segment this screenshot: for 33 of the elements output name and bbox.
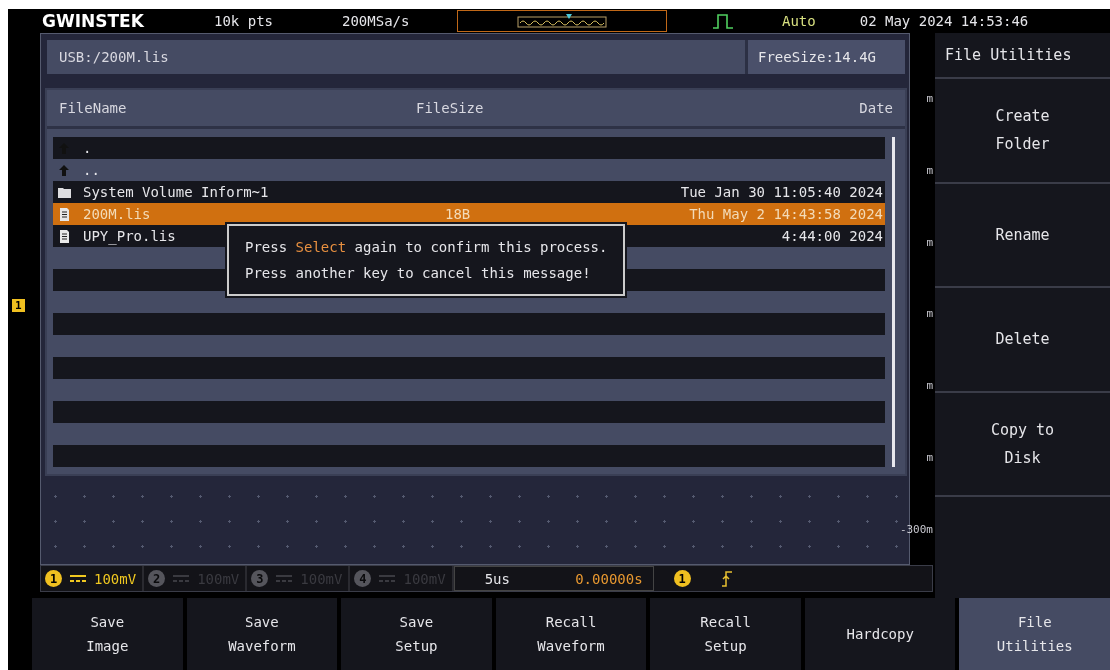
horizontal-position: 0.00000s <box>575 570 643 587</box>
file-name: .. <box>82 162 101 178</box>
file-name: 200M.lis <box>82 206 152 222</box>
file-date: Thu May 2 14:43:58 2024 <box>689 206 883 222</box>
scale-label: m <box>926 164 933 178</box>
file-name: . <box>82 140 93 156</box>
scale-label: m <box>926 92 933 106</box>
channel-scale: 100mV <box>94 570 137 587</box>
file-date: 4:44:00 2024 <box>781 228 883 244</box>
trigger-source-badge: 1 <box>673 570 691 587</box>
sample-rate: 200MSa/s <box>342 13 411 29</box>
timebase-scale: 5us <box>484 570 510 587</box>
file-name: UPY_Pro.lis <box>82 228 177 244</box>
file-name: System Volume Inform~1 <box>82 184 270 200</box>
scale-label: m <box>926 235 933 249</box>
column-header: Date <box>858 100 893 116</box>
scale-label: -300m <box>899 522 933 536</box>
dialog-message: Press another key to cancel this message! <box>245 264 592 283</box>
channel-marker: 1 <box>12 298 25 312</box>
record-length: 10k pts <box>214 13 274 29</box>
file-date: Tue Jan 30 11:05:40 2024 <box>680 184 883 200</box>
free-size: FreeSize:14.4G <box>745 40 905 74</box>
scale-label: m <box>926 450 933 464</box>
scale-label: m <box>926 379 933 393</box>
date-time: 02 May 2024 14:53:46 <box>859 13 1029 29</box>
brand-logo: GWINSTEK <box>42 11 145 31</box>
file-size: 18B <box>445 206 471 222</box>
scale-label: m <box>926 307 933 321</box>
dialog-message: Press Select again to confirm this process. <box>245 238 608 257</box>
trigger-mode: Auto <box>782 13 816 29</box>
column-header: FileName <box>59 100 128 116</box>
file-path: USB:/200M.lis <box>58 49 169 65</box>
column-header: FileSize <box>416 100 485 116</box>
